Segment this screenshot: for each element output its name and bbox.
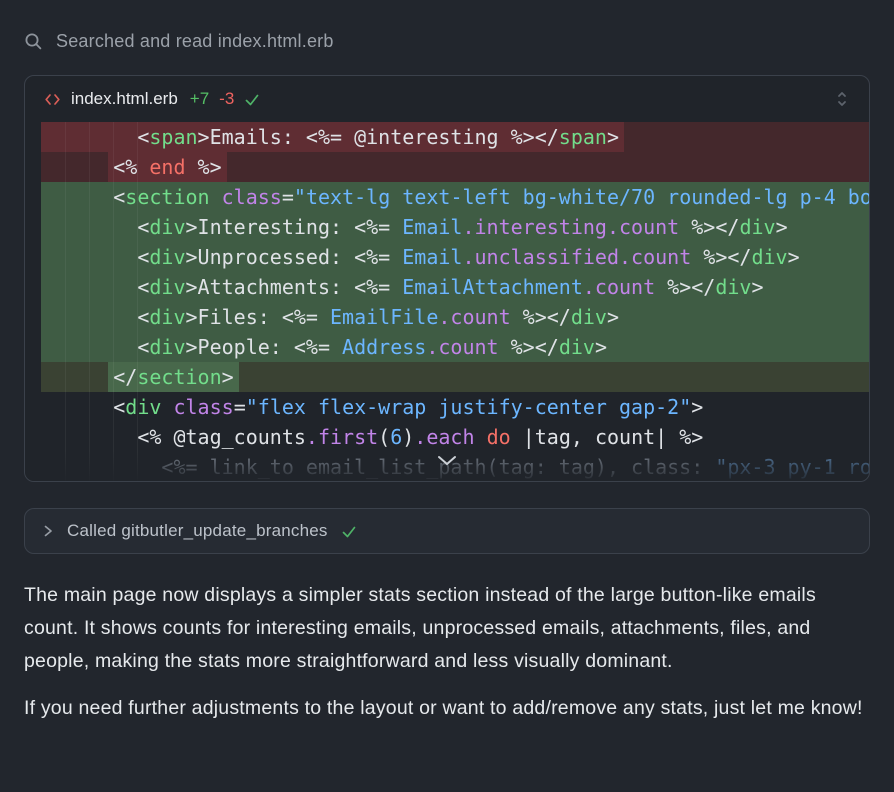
- tool-label: Called gitbutler_update_branches: [67, 521, 328, 541]
- tool-status-searched[interactable]: Searched and read index.html.erb: [0, 0, 894, 52]
- diff-panel: index.html.erb +7 -3: [24, 75, 870, 482]
- chevron-down-icon[interactable]: [437, 455, 457, 467]
- code-line: <div>Attachments: <%= EmailAttachment.co…: [41, 272, 869, 302]
- answer-paragraph: If you need further adjustments to the l…: [24, 692, 870, 725]
- code-line: <div>Interesting: <%= Email.interesting.…: [41, 212, 869, 242]
- expand-collapse-chevron-icon[interactable]: [834, 90, 850, 108]
- check-icon: [244, 92, 260, 107]
- file-name: index.html.erb: [71, 89, 178, 109]
- deletions-count: -3: [219, 89, 234, 109]
- code-line: <span>Emails: <%= @interesting %></span>: [41, 122, 869, 152]
- chevron-right-icon: [42, 524, 54, 538]
- code-line: <div class="flex flex-wrap justify-cente…: [41, 392, 869, 422]
- code-line: <div>Files: <%= EmailFile.count %></div>: [41, 302, 869, 332]
- code-line: </section>: [41, 362, 869, 392]
- answer-paragraph: The main page now displays a simpler sta…: [24, 579, 870, 678]
- additions-count: +7: [190, 89, 209, 109]
- code-line: <% @tag_counts.first(6).each do |tag, co…: [41, 422, 869, 452]
- code-diff[interactable]: <span>Emails: <%= @interesting %></span>…: [25, 122, 869, 481]
- code-line: <div>People: <%= Address.count %></div>: [41, 332, 869, 362]
- diff-header[interactable]: index.html.erb +7 -3: [25, 76, 869, 122]
- tool-row-gitbutler[interactable]: Called gitbutler_update_branches: [24, 508, 870, 554]
- status-label: Searched and read index.html.erb: [56, 31, 334, 52]
- code-line: <div>Unprocessed: <%= Email.unclassified…: [41, 242, 869, 272]
- check-icon: [341, 524, 357, 539]
- chat-page: Searched and read index.html.erb index.h…: [0, 0, 894, 792]
- code-icon: [44, 92, 61, 107]
- code-line: <section class="text-lg text-left bg-whi…: [41, 182, 869, 212]
- search-icon: [24, 32, 43, 51]
- assistant-answer: The main page now displays a simpler sta…: [0, 554, 894, 725]
- code-line: <% end %>: [41, 152, 869, 182]
